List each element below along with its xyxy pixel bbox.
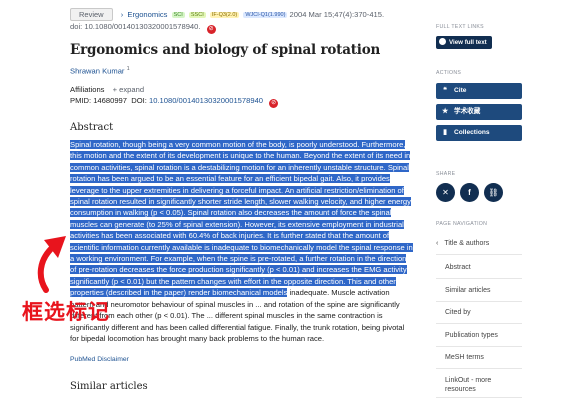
pubmed-disclaimer-link[interactable]: PubMed Disclaimer: [70, 356, 129, 363]
chevron-right-icon: ›: [120, 10, 124, 19]
favorites-label: 学术收藏: [454, 108, 481, 115]
actions-label: ACTIONS: [436, 70, 462, 76]
full-text-links-label: FULL TEXT LINKS: [436, 24, 484, 30]
facebook-icon[interactable]: f: [460, 183, 479, 202]
view-full-text-button[interactable]: View full text: [436, 36, 492, 49]
nav-linkout[interactable]: LinkOut - more resources: [436, 370, 522, 398]
nav-title-authors-label: Title & authors: [444, 240, 490, 247]
doi-link[interactable]: 10.1080/00140130320001578940: [149, 96, 263, 105]
link-icon[interactable]: ⛓: [484, 183, 503, 202]
similar-articles-heading: Similar articles: [70, 381, 148, 392]
article-title: Ergonomics and biology of spinal rotatio…: [70, 42, 381, 58]
page-navigation-label: PAGE NAVIGATION: [436, 221, 488, 227]
journal-link[interactable]: Ergonomics: [127, 10, 167, 19]
author-link[interactable]: Shrawan Kumar 1: [70, 66, 130, 76]
annotation-label: 框选标记: [22, 301, 110, 324]
affiliations: Affiliations + expand: [70, 85, 144, 94]
identifiers: PMID: 14680997 DOI: 10.1080/001401303200…: [70, 96, 279, 108]
star-icon: ★: [442, 108, 449, 115]
annotation-arrow-icon: [37, 236, 66, 293]
nav-cited-by[interactable]: Cited by: [436, 302, 522, 324]
tag-sci: SCI: [171, 12, 185, 18]
publisher-icon: [439, 38, 446, 45]
nav-mesh-terms[interactable]: MeSH terms: [436, 347, 522, 369]
nav-similar-articles[interactable]: Similar articles: [436, 280, 522, 302]
bookmark-icon: ▮: [443, 129, 447, 136]
affiliations-label: Affiliations: [70, 85, 105, 94]
author-name[interactable]: Shrawan Kumar: [70, 67, 124, 76]
scihub-icon[interactable]: ⊘: [206, 25, 216, 34]
publication-date: 2004 Mar 15;47(4):370-415.: [289, 10, 385, 19]
nav-title-authors[interactable]: ‹ Title & authors: [436, 233, 522, 255]
abstract-heading: Abstract: [70, 122, 114, 133]
favorites-button[interactable]: ★ 学术收藏: [436, 104, 522, 120]
x-twitter-icon[interactable]: ✕: [436, 183, 455, 202]
selected-abstract-text[interactable]: Spinal rotation, though being a very com…: [70, 140, 413, 298]
tag-if: IF-Q3(2.0): [209, 12, 240, 18]
cite-button[interactable]: ❝ Cite: [436, 83, 522, 99]
doi-text: doi: 10.1080/00140130320001578940.: [70, 22, 201, 31]
quote-icon: ❝: [443, 87, 447, 94]
share-label: SHARE: [436, 171, 456, 177]
view-full-text-label: View full text: [449, 39, 487, 46]
abstract-text: Spinal rotation, though being a very com…: [70, 139, 413, 344]
scihub-icon[interactable]: ⊘: [269, 99, 279, 108]
pmid: PMID: 14680997: [70, 96, 127, 105]
tag-ssci: SSCI: [188, 12, 206, 18]
nav-abstract[interactable]: Abstract: [436, 257, 522, 279]
annotation-arrow-shaft: [37, 243, 57, 293]
expand-affiliations-button[interactable]: + expand: [113, 85, 144, 94]
doi-line: doi: 10.1080/00140130320001578940. ⊘: [70, 22, 216, 34]
cite-label: Cite: [454, 87, 467, 94]
doi-label: DOI:: [131, 96, 147, 105]
main-content: Review › Ergonomics SCI SSCI IF-Q3(2.0) …: [70, 0, 415, 400]
collections-button[interactable]: ▮ Collections: [436, 125, 522, 141]
nav-publication-types[interactable]: Publication types: [436, 325, 522, 347]
sidebar: FULL TEXT LINKS View full text ACTIONS ❝…: [436, 0, 580, 400]
collections-label: Collections: [454, 129, 490, 136]
chevron-left-icon: ‹: [436, 240, 439, 247]
tag-wjci: WJCI-Q1(1.990): [243, 12, 288, 18]
citation-line: Review › Ergonomics SCI SSCI IF-Q3(2.0) …: [70, 8, 415, 21]
author-affiliation-number: 1: [126, 66, 130, 72]
review-badge: Review: [70, 8, 113, 21]
